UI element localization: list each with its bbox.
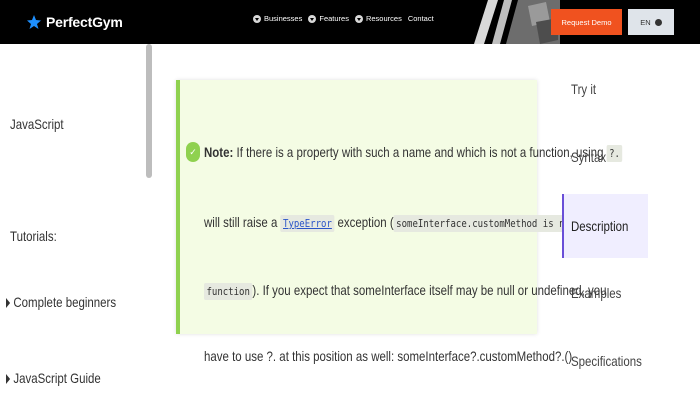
typeerror-link[interactable]: TypeError [280, 215, 335, 232]
sidebar-tutorials-label: Tutorials: [10, 228, 57, 244]
nav-contact[interactable]: Contact [408, 14, 434, 23]
main-nav: Businesses Features Resources Contact [253, 14, 434, 23]
toc-item-syntax[interactable]: Syntax [562, 128, 648, 186]
sidebar-scrollbar[interactable] [146, 44, 152, 178]
toc-item-specifications[interactable]: Specifications [562, 332, 648, 390]
toc-item-description[interactable]: Description [562, 194, 648, 258]
language-label: EN [640, 17, 651, 27]
sidebar-item-label: JavaScript Guide [13, 370, 101, 386]
note-label: Note: [204, 144, 234, 160]
sidebar-item-complete-beginners[interactable]: Complete beginners [6, 294, 116, 310]
nav-label: Businesses [264, 14, 303, 23]
toc-item-try-it[interactable]: Try it [562, 60, 648, 118]
note-line-2: will still raise a TypeError exception (… [204, 214, 589, 232]
top-navigation-bar: PerfectGym Businesses Features Resources… [0, 0, 700, 44]
caret-right-icon [6, 374, 11, 385]
nav-businesses[interactable]: Businesses [253, 14, 302, 23]
header-decoration [474, 0, 560, 44]
sidebar-section-title[interactable]: JavaScript [10, 116, 64, 132]
nav-label: Resources [365, 14, 402, 23]
chevron-down-icon [308, 14, 317, 23]
language-selector[interactable]: EN [628, 9, 674, 35]
toc-item-examples[interactable]: Examples [562, 264, 648, 322]
note-line-1: Note: If there is a property with such a… [204, 144, 623, 162]
inline-code: someInterface.customMethod is not a [393, 215, 589, 232]
note-line-3: function). If you expect that someInterf… [204, 282, 607, 300]
inline-code: function [204, 283, 253, 300]
sidebar-item-javascript-guide[interactable]: JavaScript Guide [6, 370, 101, 386]
chevron-down-icon [654, 18, 662, 26]
nav-label: Contact [407, 14, 434, 23]
check-icon: ✓ [186, 142, 200, 162]
caret-right-icon [6, 298, 11, 309]
chevron-down-icon [253, 14, 261, 23]
chevron-down-icon [354, 14, 363, 23]
sidebar-item-label: Complete beginners [13, 294, 117, 310]
nav-features[interactable]: Features [308, 14, 349, 23]
brand-name: PerfectGym [46, 14, 123, 30]
nav-resources[interactable]: Resources [354, 14, 402, 23]
note-line-4: have to use ?. at this position as well:… [204, 348, 573, 364]
star-logo-icon [27, 15, 41, 29]
nav-label: Features [319, 14, 349, 23]
brand-logo[interactable]: PerfectGym [26, 10, 123, 34]
request-demo-button[interactable]: Request Demo [551, 9, 622, 35]
